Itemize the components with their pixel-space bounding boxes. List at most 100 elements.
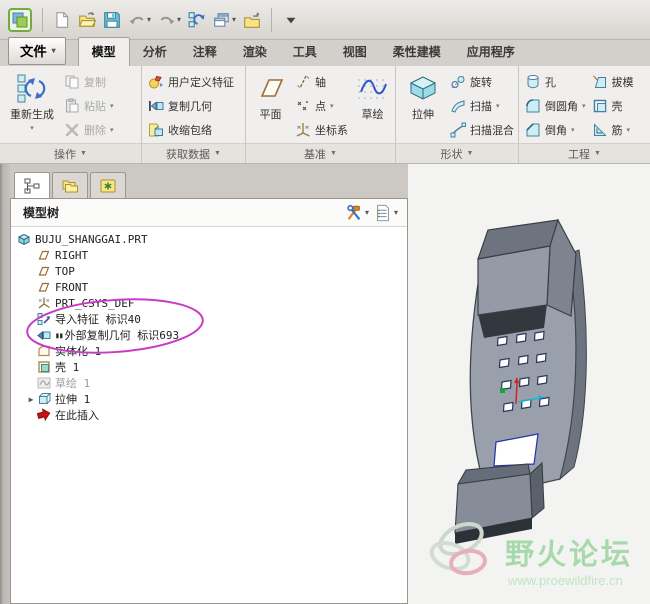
group-label[interactable]: 操作 ▼ [0, 143, 141, 163]
redo-button[interactable]: ▾ [156, 9, 183, 31]
round-icon [525, 98, 541, 114]
save-button[interactable] [101, 9, 123, 31]
tree-item-label: 外部复制几何 标识693 [64, 329, 180, 342]
new-file-button[interactable] [51, 9, 73, 31]
ribbon-hole-button[interactable]: 孔 [523, 70, 588, 93]
tree-item[interactable]: 在此插入 [11, 407, 407, 423]
tree-item-label: 壳 1 [55, 361, 80, 374]
undo-icon [128, 11, 146, 29]
chevron-down-icon: ▾ [626, 126, 631, 134]
ribbon-round-button[interactable]: 倒圆角 ▾ [523, 94, 588, 117]
ribbon-group: 平面轴点 ▾ 坐标系 草绘 基准 ▼ [246, 66, 396, 163]
group-label[interactable]: 工程 ▼ [519, 143, 650, 163]
tree-item[interactable]: FRONT [11, 279, 407, 295]
ribbon-datum-axis-button[interactable]: 轴 [293, 70, 350, 93]
windows-icon [213, 11, 231, 29]
ribbon-revolve-button[interactable]: 旋转 [448, 70, 516, 93]
watermark-title: 野火论坛 [505, 538, 633, 571]
tab-2[interactable]: 注释 [180, 38, 230, 66]
revolve-icon [450, 74, 466, 90]
ribbon-stack: 用户定义特征 复制几何 收缩包络 [146, 69, 243, 142]
ribbon-shell-button[interactable]: 壳 [590, 94, 648, 117]
quick-access-toolbar: ▾ ▾ ▾ [0, 0, 650, 40]
group-label[interactable]: 形状 ▼ [396, 143, 518, 163]
watermark-logo [429, 521, 487, 576]
group-label[interactable]: 获取数据 ▼ [142, 143, 245, 163]
tab-1[interactable]: 分析 [130, 38, 180, 66]
more-icon [282, 11, 300, 29]
insert-here-icon [37, 408, 51, 422]
ribbon-extrude-button[interactable]: 拉伸 [400, 69, 446, 142]
ribbon-regenerate-button[interactable]: 重新生成 ▾ [4, 69, 60, 142]
tree-item[interactable]: 壳 1 [11, 359, 407, 375]
ribbon-udf-button[interactable]: 用户定义特征 [146, 70, 243, 93]
button-label: 拔模 [611, 76, 634, 89]
tree-item[interactable]: TOP [11, 263, 407, 279]
chevron-down-icon: ▾ [571, 126, 575, 134]
ribbon-copy-button[interactable]: 复制 [62, 70, 139, 93]
ribbon-group: 孔倒圆角 ▾ 倒角 ▾ 拔模壳筋 ▾ 工程 ▼ [519, 66, 650, 163]
open-file-button[interactable] [76, 9, 98, 31]
tree-item[interactable]: 草绘 1 [11, 375, 407, 391]
tree-item-label: RIGHT [55, 248, 89, 262]
tree-item[interactable]: RIGHT [11, 247, 407, 263]
file-menu-button[interactable]: 文件 ▾ [8, 37, 66, 65]
ribbon: 重新生成 ▾ 复制粘贴 ▾ 删除 ▾ 操作 ▼ 用户定义特征 复制几何 收缩包络 获取数据 ▼… [0, 66, 650, 164]
ribbon-chamfer-button[interactable]: 倒角 ▾ [523, 118, 588, 141]
chamfer-icon [525, 122, 541, 138]
creo-window: { "quick_toolbar": { "items": [ {"icon":… [0, 0, 650, 604]
folders-tab[interactable] [52, 172, 88, 198]
app-logo-button[interactable] [6, 6, 34, 34]
tree-item[interactable]: BUJU_SHANGGAI.PRT [11, 231, 407, 247]
tree-item[interactable]: PRT_CSYS_DEF [11, 295, 407, 311]
ribbon-rib-button[interactable]: 筋 ▾ [590, 118, 648, 141]
tree-item[interactable]: ▶ 拉伸 1 [11, 391, 407, 407]
model-tree-panel: 模型树 ▾ ▾ BUJU_SHANGGAI.PRT RIGHT TOP FRONT PR… [10, 164, 408, 604]
ribbon-stack: 旋转 扫描 ▾ 扫描混合 [448, 69, 516, 142]
3d-model-handset: 野火论坛 www.proewildfire.cn [429, 218, 633, 588]
ribbon-sketch-button[interactable]: 草绘 [352, 69, 393, 142]
toolbar-more-button[interactable] [280, 9, 302, 31]
tree-display-button[interactable]: ▾ [373, 203, 399, 223]
app-logo-icon [8, 7, 32, 32]
toolbar-divider [42, 7, 43, 32]
ribbon-delete-button[interactable]: 删除 ▾ [62, 118, 139, 141]
tab-3[interactable]: 渲染 [230, 38, 280, 66]
ribbon-shrinkwrap-button[interactable]: 收缩包络 [146, 118, 243, 141]
tab-7[interactable]: 应用程序 [454, 38, 528, 66]
graphics-viewport[interactable]: 野火论坛 www.proewildfire.cn [408, 164, 650, 604]
regenerate-small-icon [188, 11, 206, 29]
close-window-button[interactable] [241, 9, 263, 31]
toolbar-divider [271, 7, 273, 32]
ribbon-swept-blend-button[interactable]: 扫描混合 [448, 118, 516, 141]
tab-6[interactable]: 柔性建模 [380, 38, 454, 66]
expand-arrow-icon[interactable]: ▶ [25, 395, 37, 404]
windows-button[interactable]: ▾ [211, 9, 238, 31]
tree-tab[interactable] [14, 172, 50, 198]
button-label: 复制 [84, 76, 106, 89]
ribbon-datum-point-button[interactable]: 点 ▾ [293, 94, 350, 117]
tab-5[interactable]: 视图 [330, 38, 380, 66]
group-label[interactable]: 基准 ▼ [246, 143, 395, 163]
datum-point-icon [295, 98, 311, 114]
ribbon-datum-plane-button[interactable]: 平面 [250, 69, 291, 142]
tab-4[interactable]: 工具 [280, 38, 330, 66]
regenerate-button[interactable] [186, 9, 208, 31]
ribbon-copy-geometry-button[interactable]: 复制几何 [146, 94, 243, 117]
extrude-tree-icon [37, 392, 51, 406]
ribbon-datum-csys-button[interactable]: 坐标系 [293, 118, 350, 141]
tree-settings-button[interactable]: ▾ [344, 203, 370, 223]
tree-item[interactable]: ▮▮ 外部复制几何 标识693 [11, 327, 407, 343]
tab-0[interactable]: 模型 [77, 37, 130, 66]
undo-button[interactable]: ▾ [126, 9, 153, 31]
favorites-tab[interactable] [90, 172, 126, 198]
tree-item[interactable]: 实体化 1 [11, 343, 407, 359]
ribbon-sweep-button[interactable]: 扫描 ▾ [448, 94, 516, 117]
ribbon-draft-button[interactable]: 拔模 [590, 70, 648, 93]
tree-item[interactable]: 导入特征 标识40 [11, 311, 407, 327]
tree-csys-icon [37, 296, 51, 310]
ribbon-stack: 拔模壳筋 ▾ [590, 69, 648, 142]
display-settings-icon [374, 204, 392, 222]
shell-tree-icon [37, 360, 51, 374]
ribbon-paste-button[interactable]: 粘贴 ▾ [62, 94, 139, 117]
